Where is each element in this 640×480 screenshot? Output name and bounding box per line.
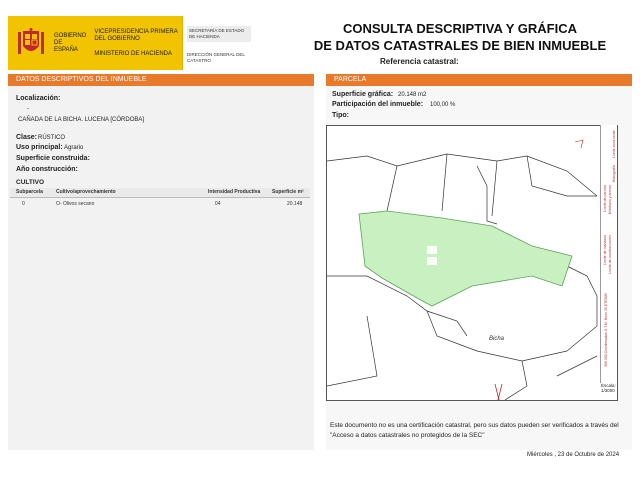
left-panel-header: DATOS DESCRIPTIVOS DEL INMUEBLE	[8, 74, 314, 86]
gov-name: GOBIERNO DE ESPAÑA	[54, 32, 87, 53]
cell-subparcela: 0	[22, 201, 25, 207]
parcel-line	[556, 355, 598, 377]
uso-label: Uso principal:	[16, 144, 63, 151]
localizacion-label: Localización:	[16, 95, 61, 102]
parcel-marker	[494, 383, 503, 400]
clase-value: RÚSTICO	[38, 135, 65, 141]
sup-grafica-label: Superficie gráfica:	[332, 91, 394, 98]
localizacion-value: CAÑADA DE LA BICHA. LUCENA [CÓRDOBA]	[18, 117, 145, 123]
right-panel-header: PARCELA	[326, 74, 632, 86]
participacion-value: 100,00 %	[430, 102, 456, 108]
cell-superficie: 20.148	[287, 201, 303, 207]
scale-value: 1/3000	[601, 388, 615, 393]
gov-vicepresidency: VICEPRESIDENCIA PRIMERA DEL GOBIERNO	[94, 28, 178, 42]
map-svg: Bicha	[327, 139, 598, 400]
title-line-1: CONSULTA DESCRIPTIVA Y GRÁFICA	[342, 21, 577, 36]
document-title: CONSULTA DESCRIPTIVA Y GRÁFICA DE DATOS …	[300, 20, 620, 54]
sup-grafica-value: 20.148 m2	[398, 92, 427, 98]
parcel-map[interactable]: Bicha	[326, 125, 618, 401]
parcel-line	[327, 153, 598, 197]
legend-item: Mobiliario y aceras	[608, 185, 612, 215]
participacion-label: Participación del inmueble:	[332, 101, 424, 108]
localizacion-dash: -	[27, 106, 29, 112]
uso-value: Agrario	[64, 145, 84, 151]
title-line-2: DE DATOS CATASTRALES DE BIEN INMUEBLE	[313, 38, 607, 53]
legend-item: Límite de manzana	[603, 235, 607, 265]
col-subparcela: Subparcela	[16, 189, 43, 195]
parcel-line	[526, 155, 597, 197]
footer-date: Miércoles , 23 de Octubre de 2024	[527, 452, 620, 458]
gov-ministry: MINISTERIO DE HACIENDA	[94, 50, 173, 57]
superficie-label: Superficie construida:	[16, 155, 90, 162]
parcel-line	[327, 315, 378, 387]
map-legend: Límite de manzana Límite de parcela Lími…	[600, 125, 617, 383]
reference-label: Referencia catastral:	[380, 57, 459, 66]
coordinates-text: 366.300 Coordenadas U.T.M. Huso 30 ETRS8…	[604, 293, 608, 367]
north-arrow-icon	[574, 139, 584, 149]
parcel-line	[491, 160, 498, 217]
scale-box: Escala: 1/3000	[600, 383, 617, 399]
legend-item: Hidrografía	[612, 165, 616, 183]
col-intensidad: Intensidad Productiva	[208, 189, 261, 195]
cultivo-title: CULTIVO	[16, 179, 45, 186]
legend-item: Límite de construcciones	[608, 235, 612, 274]
map-place-label: Bicha	[489, 336, 505, 342]
tipo-label: Tipo:	[332, 112, 349, 119]
government-logo: GOBIERNO DE ESPAÑA VICEPRESIDENCIA PRIME…	[8, 16, 182, 70]
anio-label: Año construcción:	[16, 166, 78, 173]
legend-item: Límite zona verde	[612, 130, 616, 158]
parcel-line	[386, 165, 398, 212]
coat-of-arms-icon	[18, 28, 44, 58]
secretariat-name: SECRETARÍA DE ESTADO DE HACIENDA	[187, 26, 251, 42]
col-superficie: Superficie m²	[272, 189, 304, 195]
parcel-line	[566, 265, 598, 352]
disclaimer-text: Este documento no es una certificación c…	[330, 422, 619, 439]
secretariat-block: SECRETARÍA DE ESTADO DE HACIENDA DIRECCI…	[182, 16, 251, 70]
cell-cultivo: O- Olivos secano	[56, 201, 95, 207]
parcel-line	[441, 153, 448, 212]
cell-intensidad: 04	[215, 201, 221, 207]
legend-item: Límite de parcela	[603, 185, 607, 212]
parcel-line	[504, 360, 528, 400]
directorate-name: DIRECCIÓN GENERAL DEL CATASTRO	[187, 52, 245, 63]
cultivo-table-header: Subparcela Cultivo/aprovechamiento Inten…	[10, 188, 310, 198]
subject-parcel	[358, 210, 573, 307]
clase-label: Clase:	[16, 134, 38, 141]
col-cultivo: Cultivo/aprovechamiento	[56, 189, 116, 195]
